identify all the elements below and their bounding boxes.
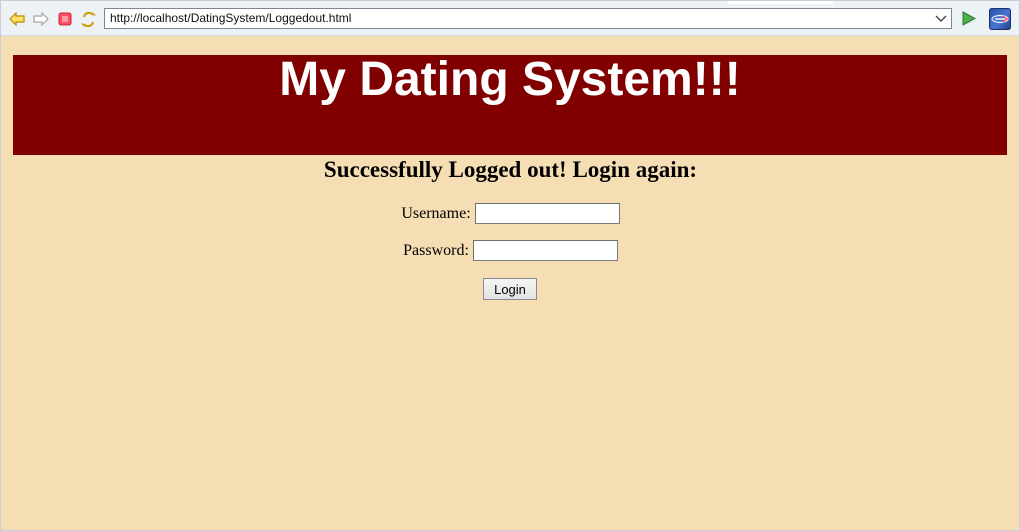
refresh-button[interactable]	[79, 10, 97, 28]
password-input[interactable]	[472, 240, 618, 261]
address-url-text[interactable]: http://localhost/DatingSystem/Loggedout.…	[110, 12, 351, 25]
password-label: Password:	[403, 241, 469, 259]
site-title: My Dating System!!!	[279, 53, 741, 106]
site-header-banner: My Dating System!!!	[13, 53, 1007, 155]
back-button[interactable]	[8, 10, 26, 28]
logout-status-heading: Successfully Logged out! Login again:	[323, 157, 698, 182]
stop-button[interactable]	[56, 10, 74, 28]
forward-icon	[33, 12, 49, 26]
chevron-down-icon[interactable]	[935, 14, 947, 24]
forward-button[interactable]	[32, 10, 50, 28]
toolbar-top-highlight	[728, 1, 833, 4]
browser-toolbar: http://localhost/DatingSystem/Loggedout.…	[1, 1, 1019, 36]
username-input[interactable]	[474, 203, 620, 224]
web-page-content: My Dating System!!! Successfully Logged …	[5, 37, 1016, 525]
back-icon	[9, 12, 25, 26]
username-label: Username:	[401, 204, 471, 222]
refresh-icon	[80, 11, 96, 27]
login-button[interactable]: Login	[483, 278, 537, 300]
stop-icon	[58, 12, 72, 26]
browser-logo-symbol	[991, 14, 1009, 24]
browser-logo-icon[interactable]	[989, 8, 1011, 30]
password-row: Password:	[5, 240, 1016, 261]
browser-window: http://localhost/DatingSystem/Loggedout.…	[0, 0, 1020, 531]
go-icon[interactable]	[961, 10, 977, 27]
username-row: Username:	[5, 203, 1016, 224]
address-bar[interactable]: http://localhost/DatingSystem/Loggedout.…	[104, 8, 952, 29]
